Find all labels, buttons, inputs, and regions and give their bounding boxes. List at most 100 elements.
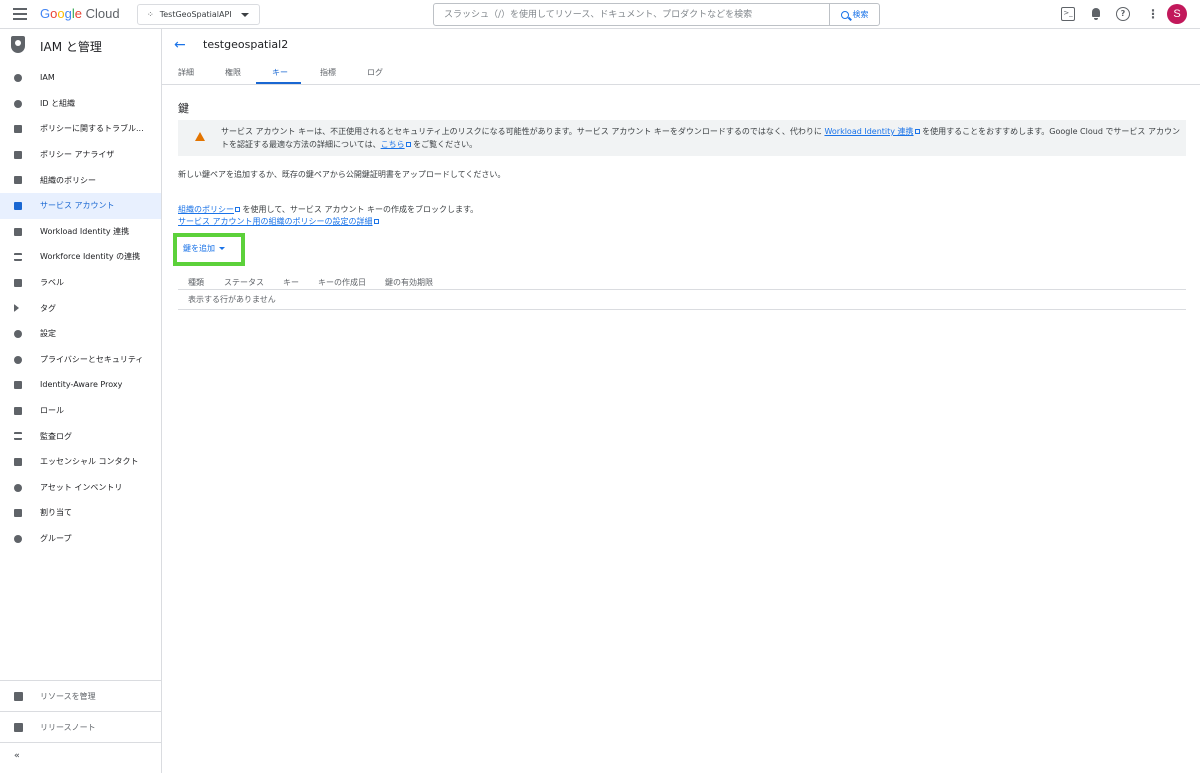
column-header[interactable]: キー [283, 277, 299, 288]
wrench-icon [14, 125, 22, 134]
section-title: 鍵 [178, 102, 189, 115]
sidebar-item-org-policies[interactable]: 組織のポリシー [0, 167, 161, 193]
policy-text: 組織のポリシー を使用して、サービス アカウント キーの作成をブロックします。 [178, 204, 478, 216]
page-title: testgeospatial2 [203, 38, 289, 51]
tag-icon [14, 304, 19, 313]
audit-log-icon [14, 432, 22, 441]
sidebar-item-label: 設定 [40, 329, 56, 339]
learn-more-link[interactable]: こちら [381, 140, 405, 149]
release-notes-label: リリースノート [40, 722, 96, 732]
column-header[interactable]: ステータス [224, 277, 264, 288]
person-add-icon [14, 74, 22, 82]
sidebar-item-label: サービス アカウント [40, 201, 115, 211]
roles-icon [14, 406, 22, 415]
help-icon[interactable]: ? [1116, 7, 1130, 21]
sidebar-title: IAM と管理 [40, 40, 102, 54]
dropdown-arrow-icon [219, 247, 225, 250]
search-input[interactable] [434, 4, 830, 25]
label-icon [14, 278, 22, 287]
sidebar-item-tags[interactable]: タグ [0, 295, 161, 321]
sidebar-nav: IAM ID と組織 ポリシーに関するトラブル... ポリシー アナライザ 組織… [0, 65, 161, 551]
search-bar: 検索 [433, 3, 880, 26]
sidebar-item-workload-identity[interactable]: Workload Identity 連携 [0, 219, 161, 245]
empty-message: 表示する行がありません [188, 295, 276, 304]
sidebar-item-workforce-identity[interactable]: Workforce Identity の連携 [0, 244, 161, 270]
table-header: 種類 ステータス キー キーの作成日 鍵の有効期限 [178, 272, 1186, 290]
policy-detail-row: サービス アカウント用の組織のポリシーの設定の詳細 [178, 216, 379, 228]
cloud-shell-icon[interactable]: >_ [1061, 7, 1075, 21]
sidebar-item-label: Workforce Identity の連携 [40, 252, 141, 262]
warning-text: サービス アカウント キーは、不正使用されるとセキュリティ上のリスクになる可能性… [221, 125, 1181, 151]
back-arrow-icon[interactable]: ← [174, 38, 186, 52]
tab-keys[interactable]: キー [272, 67, 288, 78]
folder-gear-icon [14, 692, 23, 701]
sidebar-item-label: Identity-Aware Proxy [40, 380, 123, 390]
column-header[interactable]: キーの作成日 [318, 277, 366, 288]
sidebar-item-label: タグ [40, 303, 56, 313]
google-cloud-logo[interactable]: Google Cloud [40, 6, 120, 21]
collapse-sidebar-button[interactable]: « [0, 742, 161, 773]
search-icon [840, 10, 849, 19]
main-content: ← testgeospatial2 詳細 権限 キー 指標 ログ 鍵 サービス … [162, 29, 1200, 773]
account-circle-icon [14, 99, 22, 108]
sidebar-item-label: ポリシーに関するトラブル... [40, 124, 144, 134]
column-header[interactable]: 種類 [188, 277, 204, 288]
group-icon [14, 534, 22, 543]
project-selector[interactable]: ⁘ TestGeoSpatialAPI [137, 4, 260, 25]
sidebar-item-label: ポリシー アナライザ [40, 150, 115, 160]
menu-icon[interactable] [13, 8, 27, 20]
add-key-button[interactable]: 鍵を追加 [183, 243, 225, 254]
sidebar: IAM と管理 IAM ID と組織 ポリシーに関するトラブル... ポリシー … [0, 29, 162, 773]
collapse-icon: « [14, 751, 20, 761]
sidebar-item-identity-org[interactable]: ID と組織 [0, 91, 161, 117]
table-empty-row: 表示する行がありません [178, 290, 1186, 310]
warning-text-part: サービス アカウント キーは、不正使用されるとセキュリティ上のリスクになる可能性… [221, 127, 825, 136]
sidebar-item-label: 組織のポリシー [40, 175, 96, 185]
shield-icon [11, 36, 25, 53]
sidebar-item-iam[interactable]: IAM [0, 65, 161, 91]
search-button[interactable]: 検索 [829, 4, 879, 25]
policy-detail-link[interactable]: サービス アカウント用の組織のポリシーの設定の詳細 [178, 217, 373, 226]
id-card-icon [14, 227, 22, 236]
avatar[interactable]: S [1167, 4, 1187, 24]
tab-metrics[interactable]: 指標 [320, 67, 336, 78]
tab-logs[interactable]: ログ [367, 67, 383, 78]
sidebar-item-quotas[interactable]: 割り当て [0, 500, 161, 526]
notes-icon [14, 723, 23, 732]
notifications-icon[interactable] [1089, 7, 1103, 21]
warning-icon [195, 132, 205, 141]
sidebar-item-groups[interactable]: グループ [0, 526, 161, 552]
sidebar-item-audit-logs[interactable]: 監査ログ [0, 423, 161, 449]
manage-resources-link[interactable]: リソースを管理 [0, 680, 161, 711]
project-name: TestGeoSpatialAPI [159, 10, 232, 19]
sidebar-header: IAM と管理 [0, 29, 161, 61]
org-policy-link[interactable]: 組織のポリシー [178, 205, 234, 214]
warning-text-part: をご覧ください。 [410, 140, 478, 149]
sidebar-item-label: 割り当て [40, 508, 72, 518]
add-key-label: 鍵を追加 [183, 244, 215, 253]
inventory-icon [14, 483, 22, 492]
sidebar-item-essential-contacts[interactable]: エッセンシャル コンタクト [0, 449, 161, 475]
sidebar-item-settings[interactable]: 設定 [0, 321, 161, 347]
top-bar: Google Cloud ⁘ TestGeoSpatialAPI 検索 >_ ?… [0, 0, 1200, 29]
warning-banner: サービス アカウント キーは、不正使用されるとセキュリティ上のリスクになる可能性… [178, 120, 1186, 156]
tab-details[interactable]: 詳細 [178, 67, 194, 78]
sidebar-item-privacy-security[interactable]: プライバシーとセキュリティ [0, 347, 161, 373]
sidebar-item-iap[interactable]: Identity-Aware Proxy [0, 372, 161, 398]
sidebar-item-policy-troubleshooter[interactable]: ポリシーに関するトラブル... [0, 116, 161, 142]
sidebar-item-labels[interactable]: ラベル [0, 270, 161, 296]
release-notes-link[interactable]: リリースノート [0, 711, 161, 742]
quota-icon [14, 509, 22, 518]
sidebar-item-label: IAM [40, 73, 55, 83]
more-vert-icon[interactable]: ⋮ [1146, 7, 1160, 21]
tab-permissions[interactable]: 権限 [225, 67, 241, 78]
active-tab-indicator [256, 82, 301, 84]
column-header[interactable]: 鍵の有効期限 [385, 277, 433, 288]
policy-text-body: を使用して、サービス アカウント キーの作成をブロックします。 [240, 205, 479, 214]
sidebar-item-policy-analyzer[interactable]: ポリシー アナライザ [0, 142, 161, 168]
workload-identity-link[interactable]: Workload Identity 連携 [824, 127, 913, 136]
sidebar-item-service-accounts[interactable]: サービス アカウント [0, 192, 161, 219]
sidebar-item-label: ロール [40, 406, 64, 416]
sidebar-item-roles[interactable]: ロール [0, 398, 161, 424]
sidebar-item-asset-inventory[interactable]: アセット インベントリ [0, 475, 161, 501]
